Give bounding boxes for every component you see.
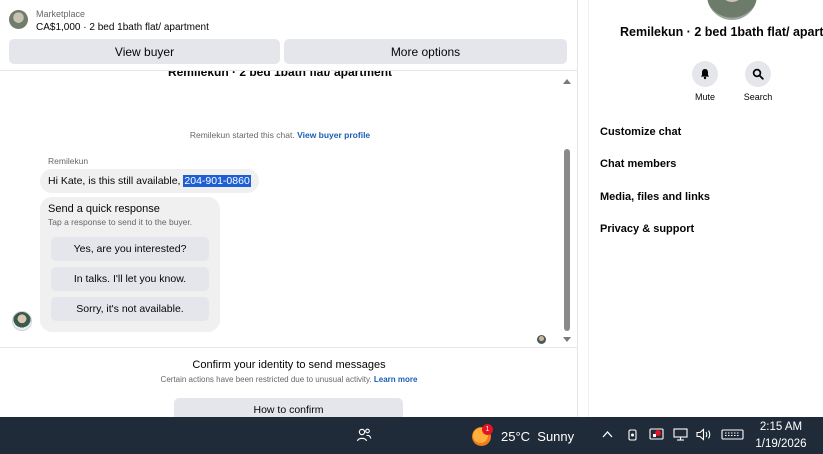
keyboard-icon[interactable] [721,428,744,441]
people-icon[interactable] [356,427,372,443]
bell-icon [701,69,709,80]
quick-response-button[interactable]: Sorry, it's not available. [51,297,209,321]
volume-icon[interactable] [696,428,712,441]
search-label: Search [743,92,773,102]
scroll-down-arrow-icon[interactable] [563,337,571,342]
messenger-window: Marketplace CA$1,000 · 2 bed 1bath flat/… [0,0,823,454]
search-button[interactable] [745,61,771,87]
chat-started-notice: Remilekun started this chat. View buyer … [0,130,560,140]
camera-icon[interactable] [626,428,639,441]
chat-started-text: Remilekun started this chat. [189,130,295,140]
identity-confirm-banner: Confirm your identity to send messages C… [0,347,577,417]
chat-name: Remilekun · 2 bed 1bath flat/ apartm [620,25,823,39]
marketplace-label: Marketplace [36,9,86,19]
weather-text[interactable]: 25°C Sunny [501,429,574,444]
message-bubble[interactable]: Hi Kate, is this still available, 204-90… [40,169,259,193]
chat-info-panel: Remilekun · 2 bed 1bath flat/ apartm Mut… [588,0,823,417]
thread-scrollbar[interactable] [560,75,574,345]
thread-title: Remilekun · 2 bed 1bath flat/ apartment [167,70,393,79]
message-thread: Remilekun · 2 bed 1bath flat/ apartment … [0,70,577,347]
marketplace-header: Marketplace CA$1,000 · 2 bed 1bath flat/… [0,0,577,70]
network-icon[interactable] [673,428,688,441]
scroll-up-arrow-icon[interactable] [563,79,571,84]
confirm-subtitle-text: Certain actions have been restricted due… [160,375,372,384]
chevron-up-icon[interactable] [601,428,614,441]
chat-column: Marketplace CA$1,000 · 2 bed 1bath flat/… [0,0,578,417]
mute-label: Mute [694,92,715,102]
menu-customize-chat[interactable]: Customize chat [600,126,681,138]
security-icon[interactable] [649,428,664,441]
scrollbar-thumb[interactable] [564,149,570,331]
view-buyer-button[interactable]: View buyer [9,39,280,64]
listing-thumbnail[interactable] [9,10,28,29]
quick-response-card: Send a quick response Tap a response to … [40,197,220,332]
menu-media-files-links[interactable]: Media, files and links [600,191,710,203]
learn-more-link[interactable]: Learn more [374,375,418,384]
quick-response-subtitle: Tap a response to send it to the buyer. [48,217,193,227]
how-to-confirm-button[interactable]: How to confirm [174,398,403,417]
message-text: Hi Kate, is this still available, [48,175,184,187]
menu-chat-members[interactable]: Chat members [600,158,676,170]
quick-response-title: Send a quick response [48,203,160,215]
weather-alert-badge: 1 [482,424,493,435]
confirm-subtitle: Certain actions have been restricted due… [0,375,577,384]
menu-privacy-support[interactable]: Privacy & support [600,223,694,235]
clock-time[interactable]: 2:15 AM [752,421,810,433]
view-buyer-profile-link[interactable]: View buyer profile [297,130,370,140]
selected-phone-number[interactable]: 204-901-0860 [183,175,251,187]
quick-response-button[interactable]: Yes, are you interested? [51,237,209,261]
listing-title[interactable]: CA$1,000 · 2 bed 1bath flat/ apartment [36,22,209,33]
search-icon [752,68,764,80]
windows-taskbar: 1 25°C Sunny 2:15 AM 1/19/2026 [0,417,823,454]
sender-name: Remilekun [48,156,89,166]
clock-date[interactable]: 1/19/2026 [752,438,810,450]
buyer-avatar[interactable] [12,311,32,331]
seen-indicator-avatar [537,335,546,344]
mute-button[interactable] [692,61,718,87]
confirm-title: Confirm your identity to send messages [192,359,386,371]
more-options-button[interactable]: More options [284,39,567,64]
profile-avatar[interactable] [707,0,757,20]
quick-response-button[interactable]: In talks. I'll let you know. [51,267,209,291]
